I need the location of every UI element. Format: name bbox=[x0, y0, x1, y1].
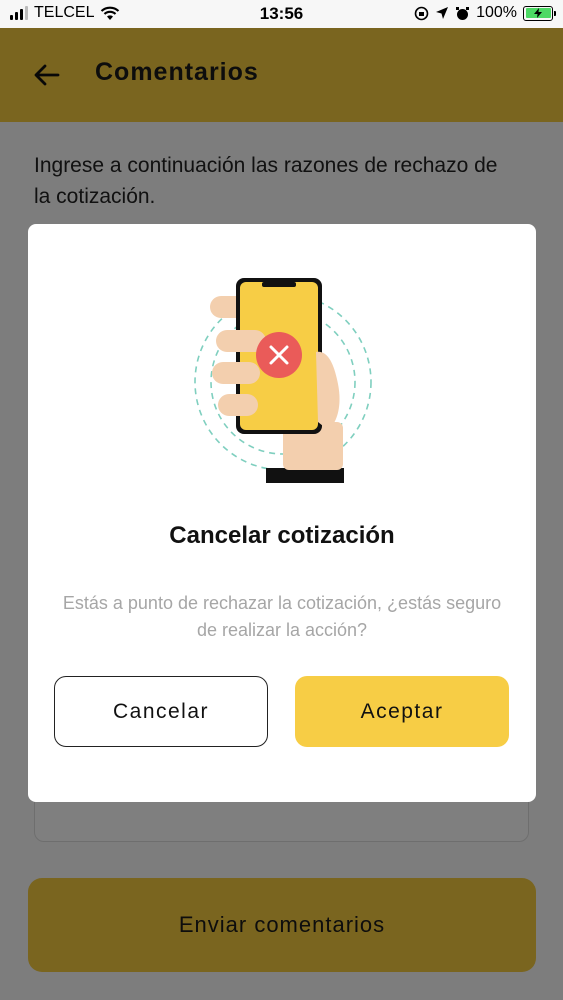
location-icon bbox=[436, 7, 449, 19]
battery-charging-icon bbox=[523, 5, 556, 21]
accept-button[interactable]: Aceptar bbox=[295, 676, 509, 747]
status-bar: TELCEL 13:56 100% bbox=[0, 0, 563, 28]
status-right: 100% bbox=[414, 4, 556, 22]
alarm-icon bbox=[456, 6, 470, 20]
cancel-quote-dialog: Cancelar cotización Estás a punto de rec… bbox=[28, 224, 536, 802]
hand-holding-phone-with-cancel-x-icon bbox=[194, 278, 372, 483]
orientation-lock-icon bbox=[414, 6, 429, 20]
battery-percent: 100% bbox=[476, 4, 517, 21]
cancel-button[interactable]: Cancelar bbox=[54, 676, 268, 747]
dialog-title: Cancelar cotización bbox=[169, 522, 395, 549]
dialog-message: Estás a punto de rechazar la cotización,… bbox=[62, 593, 502, 640]
